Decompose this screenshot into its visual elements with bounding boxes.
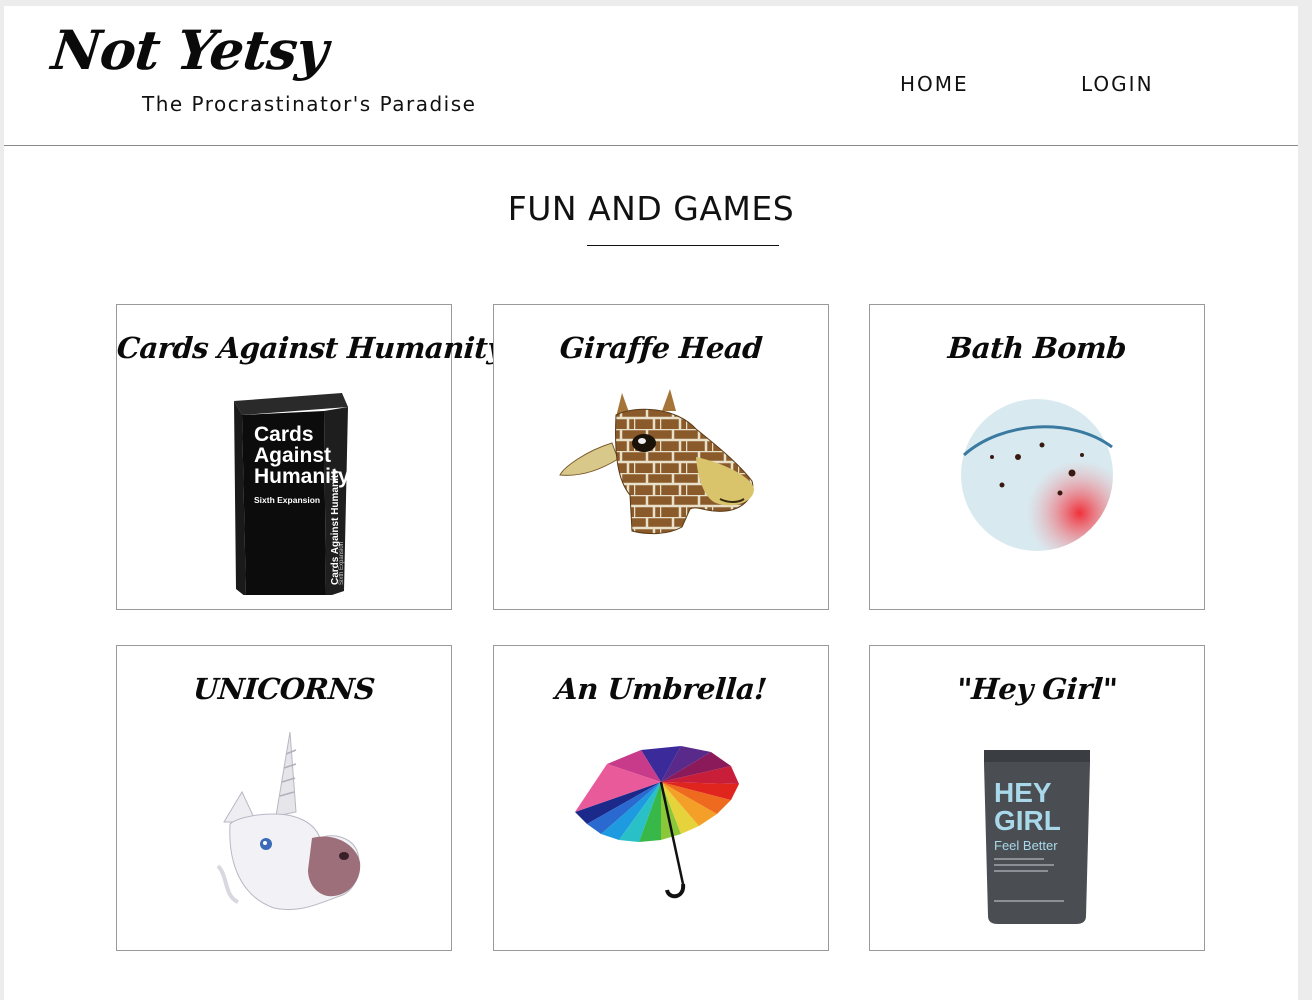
product-image[interactable]: Cards Against Humanity. Sixth Expansion …	[117, 385, 451, 600]
pouch-line-2: GIRL	[994, 805, 1061, 836]
product-card-unicorns[interactable]: UNICORNS	[116, 645, 452, 951]
pouch-subtitle: Feel Better	[994, 838, 1058, 853]
product-card-cards-against-humanity[interactable]: Cards Against Humanity Cards Against Hum…	[115, 304, 505, 610]
pouch-line-1: HEY	[994, 777, 1052, 808]
product-image[interactable]	[117, 726, 451, 941]
product-title: UNICORNS	[192, 672, 376, 706]
product-title: Bath Bomb	[946, 331, 1128, 365]
product-card-giraffe-head[interactable]: Giraffe Head	[493, 304, 829, 610]
giraffe-mask-icon	[559, 389, 754, 535]
site-header: Not Yetsy The Procrastinator's Paradise …	[4, 6, 1298, 146]
site-logo[interactable]: Not Yetsy	[49, 18, 331, 82]
unicorn-mask-icon	[216, 731, 361, 911]
hey-girl-pouch-icon: HEY GIRL Feel Better	[984, 750, 1090, 924]
nav-login-link[interactable]: LOGIN	[1081, 72, 1154, 96]
bath-bomb-icon	[961, 399, 1113, 551]
site-tagline: The Procrastinator's Paradise	[142, 92, 477, 116]
rainbow-umbrella-icon	[575, 746, 739, 899]
box-line-1: Cards	[254, 423, 314, 446]
product-card-hey-girl[interactable]: "Hey Girl" HEY GIRL Feel Better	[869, 645, 1205, 951]
product-title: An Umbrella!	[554, 672, 768, 706]
nav-home-link[interactable]: HOME	[900, 72, 969, 96]
page: Not Yetsy The Procrastinator's Paradise …	[4, 6, 1298, 1000]
box-subtitle: Sixth Expansion	[254, 495, 320, 505]
title-underline	[587, 245, 779, 246]
product-title: "Hey Girl"	[955, 672, 1119, 706]
section-title: FUN AND GAMES	[507, 189, 795, 228]
box-line-2: Against	[254, 444, 331, 467]
box-side-subtitle: Sixth Expansion	[339, 542, 345, 585]
product-image[interactable]	[494, 385, 828, 600]
product-image[interactable]	[494, 726, 828, 941]
product-image[interactable]: HEY GIRL Feel Better	[870, 726, 1204, 941]
product-card-an-umbrella[interactable]: An Umbrella!	[493, 645, 829, 951]
product-card-bath-bomb[interactable]: Bath Bomb	[869, 304, 1205, 610]
product-title: Cards Against Humanity	[115, 331, 505, 365]
cards-against-humanity-box-icon: Cards Against Humanity. Sixth Expansion …	[234, 393, 354, 595]
product-title: Giraffe Head	[558, 331, 764, 365]
product-image[interactable]	[870, 385, 1204, 600]
